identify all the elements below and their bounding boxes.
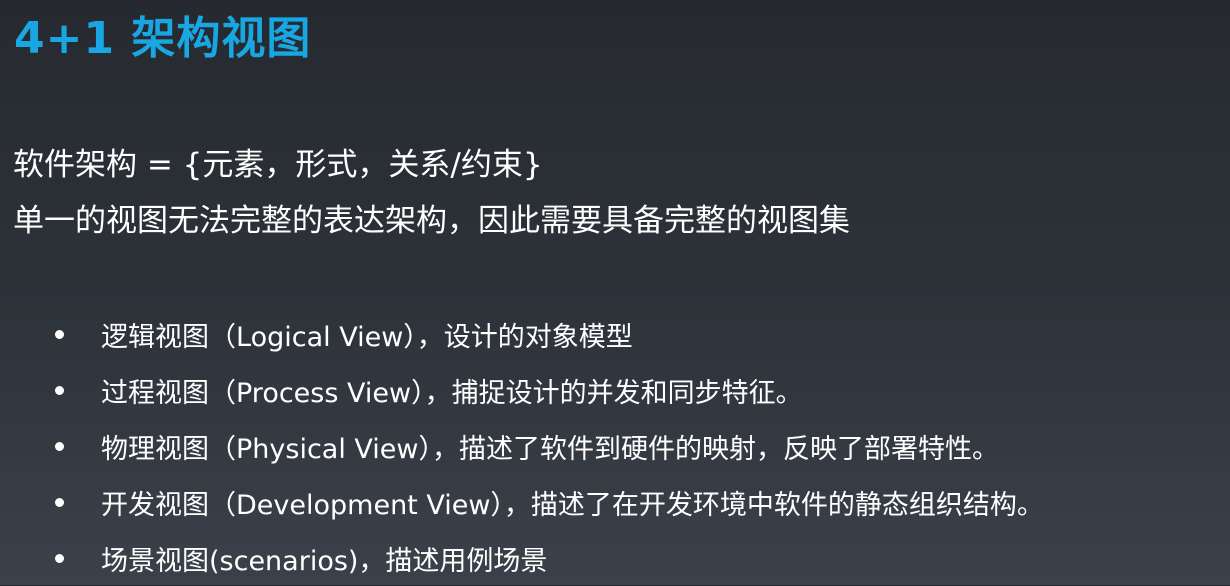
slide: 4+1 架构视图 软件架构 = {元素，形式，关系/约束} 单一的视图无法完整的… — [0, 0, 1230, 585]
intro-text: 软件架构 = {元素，形式，关系/约束} 单一的视图无法完整的表达架构，因此需要… — [13, 137, 850, 249]
intro-line-rationale: 单一的视图无法完整的表达架构，因此需要具备完整的视图集 — [13, 203, 850, 239]
list-item-process-view: 过程视图（Process View），捕捉设计的并发和同步特征。 — [55, 362, 1044, 418]
view-list: 逻辑视图（Logical View），设计的对象模型 过程视图（Process … — [55, 306, 1044, 586]
list-item-text: 场景视图(scenarios)，描述用例场景 — [101, 545, 548, 577]
list-item-logical-view: 逻辑视图（Logical View），设计的对象模型 — [55, 306, 1044, 362]
list-item-scenarios-view: 场景视图(scenarios)，描述用例场景 — [55, 530, 1044, 586]
list-item-text: 开发视图（Development View），描述了在开发环境中软件的静态组织结… — [101, 489, 1044, 521]
bullet-icon — [55, 385, 64, 395]
list-item-text: 物理视图（Physical View），描述了软件到硬件的映射，反映了部署特性。 — [101, 433, 999, 465]
bullet-icon — [55, 329, 64, 339]
list-item-text: 过程视图（Process View），捕捉设计的并发和同步特征。 — [101, 377, 803, 409]
list-item-physical-view: 物理视图（Physical View），描述了软件到硬件的映射，反映了部署特性。 — [55, 418, 1044, 474]
list-item-text: 逻辑视图（Logical View），设计的对象模型 — [101, 321, 633, 353]
list-item-development-view: 开发视图（Development View），描述了在开发环境中软件的静态组织结… — [55, 474, 1044, 530]
bullet-icon — [55, 553, 64, 563]
slide-title: 4+1 架构视图 — [14, 13, 312, 64]
bullet-icon — [55, 497, 64, 507]
bullet-icon — [55, 441, 64, 451]
intro-line-definition: 软件架构 = {元素，形式，关系/约束} — [13, 147, 543, 183]
